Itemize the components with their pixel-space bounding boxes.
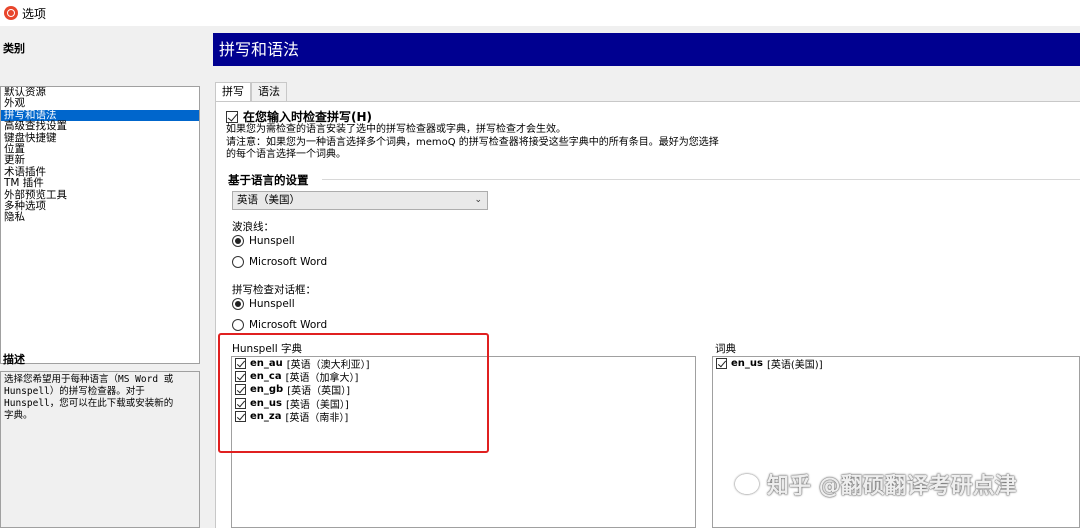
description-box: 选择您希望用于每种语言（MS Word 或 Hunspell）的拼写检查器。对于 H… (0, 371, 200, 528)
category-item[interactable]: 高级查找设置 (1, 120, 199, 132)
description-line: 字典。 (4, 410, 33, 421)
radio-label: Microsoft Word (249, 319, 328, 331)
dialog-option-word[interactable]: Microsoft Word (232, 319, 327, 331)
wavy-label: 波浪线： (232, 221, 274, 233)
watermark-text: 知乎 @翻硕翻译考研点津 (767, 474, 1017, 499)
watermark: 知乎 @翻硕翻译考研点津 (735, 468, 1017, 500)
description-line: Hunspell）的拼写检查器。对于 (4, 386, 145, 397)
category-label: 类别 (3, 42, 25, 55)
title-bar: 选项 (0, 0, 1080, 26)
page-title: 拼写和语法 (213, 33, 1080, 66)
radio-label: Microsoft Word (249, 256, 328, 268)
category-item[interactable]: 位置 (1, 143, 199, 155)
radio-label: Hunspell (249, 298, 295, 310)
window-title: 选项 (22, 6, 47, 21)
wechat-logo-icon (735, 474, 759, 494)
check-as-type-label: 在您输入时检查拼写(H) (243, 110, 373, 124)
tab-strip: 拼写 语法 (215, 82, 287, 102)
radio-label: Hunspell (249, 235, 295, 247)
language-dropdown[interactable]: 英语（美国） ⌄ (232, 191, 488, 210)
highlight-annotation (218, 333, 489, 453)
radio-button[interactable] (232, 235, 244, 247)
section-divider (322, 179, 1080, 180)
radio-button[interactable] (232, 298, 244, 310)
info-line-3: 的每个语言选择一个词典。 (226, 149, 346, 160)
check-as-type-row[interactable]: 在您输入时检查拼写(H) (226, 108, 372, 125)
category-item[interactable]: 默认资源 (1, 87, 199, 98)
memoq-logo-icon (4, 6, 18, 20)
category-item[interactable]: 键盘快捷键 (1, 132, 199, 144)
check-as-type-checkbox[interactable] (226, 110, 238, 123)
category-list[interactable]: 默认资源 外观 拼写和语法 高级查找设置 键盘快捷键 位置 更新 术语插件 TM 插件 外部预览工… (0, 86, 200, 364)
description-line: 选择您希望用于每种语言（MS Word 或 (4, 374, 174, 385)
dialog-option-hunspell[interactable]: Hunspell (232, 298, 295, 310)
category-item[interactable]: TM 插件 (1, 177, 199, 189)
tab-grammar[interactable]: 语法 (251, 82, 287, 101)
lang-settings-title: 基于语言的设置 (228, 173, 309, 187)
wavy-option-word[interactable]: Microsoft Word (232, 256, 327, 268)
wavy-option-hunspell[interactable]: Hunspell (232, 235, 295, 247)
dict-list[interactable]: en_us [英语(美国)] (712, 356, 1080, 528)
dict-name: [英语(美国)] (766, 360, 823, 372)
radio-button[interactable] (232, 319, 244, 331)
tab-spelling[interactable]: 拼写 (215, 82, 251, 102)
dict-checkbox[interactable] (716, 358, 727, 370)
category-item[interactable]: 多种选项 (1, 200, 199, 212)
dict-code: en_us (731, 358, 763, 370)
radio-button[interactable] (232, 256, 244, 268)
language-value: 英语（美国） (237, 194, 300, 206)
dialog-label: 拼写检查对话框： (232, 284, 316, 296)
category-item[interactable]: 隐私 (1, 211, 199, 223)
dict-label: 词典 (715, 343, 736, 355)
chevron-down-icon: ⌄ (474, 195, 482, 205)
info-line-2: 请注意：如果您为一种语言选择多个词典，memoQ 的拼写检查器将接受这些字典中的… (226, 137, 719, 148)
left-panel: 类别 默认资源 外观 拼写和语法 高级查找设置 键盘快捷键 位置 更新 术语插件 TM 插件 外部… (0, 26, 202, 528)
description-label: 描述 (3, 353, 25, 366)
dict-item[interactable]: en_us [英语(美国)] (713, 357, 1079, 372)
description-line: Hunspell，您可以在此下载或安装新的 (4, 398, 174, 409)
info-line-1: 如果您为需检查的语言安装了选中的拼写检查器或字典，拼写检查才会生效。 (226, 124, 566, 135)
